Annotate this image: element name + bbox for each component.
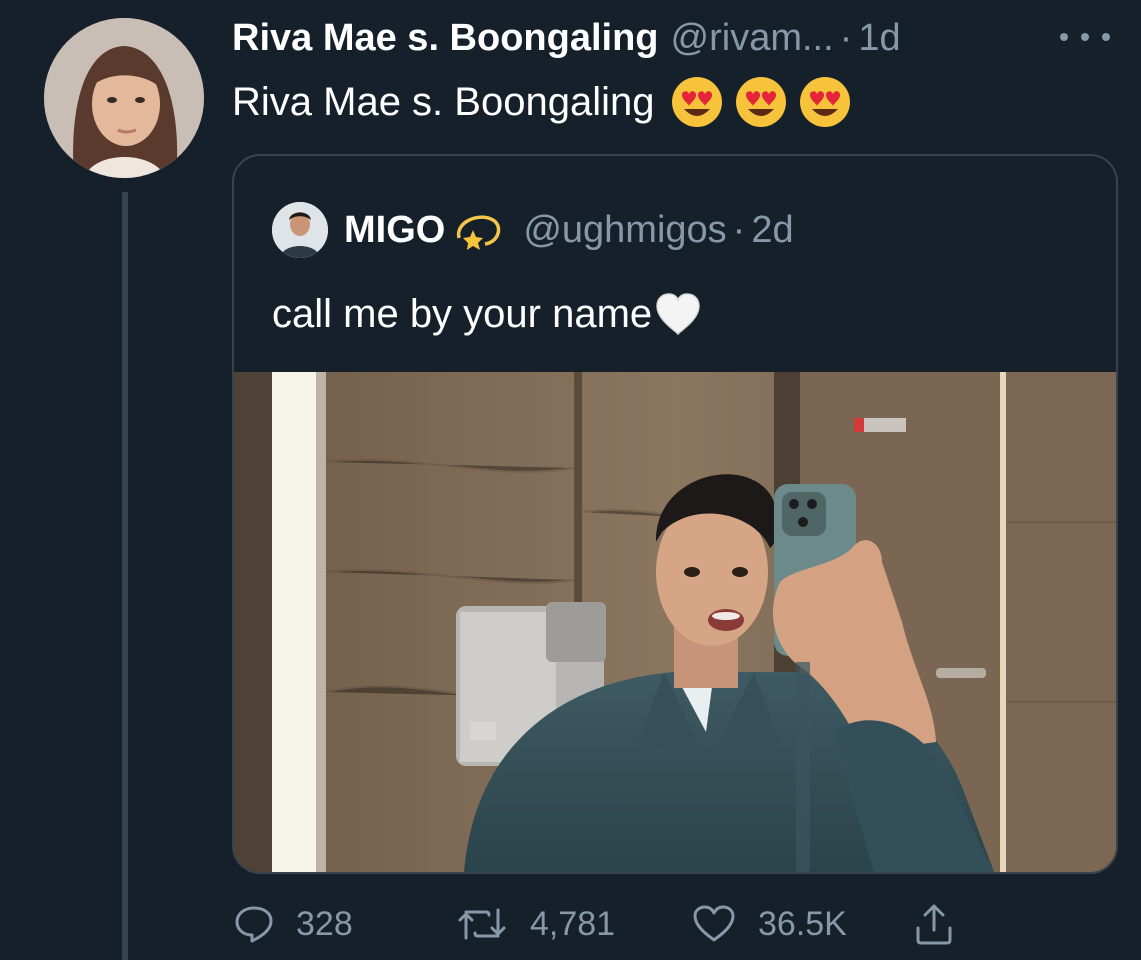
reply-button[interactable]: 328 [234,896,353,952]
quoted-tweet-text: call me by your name [272,292,653,336]
quoted-tweet-photo[interactable] [234,372,1116,872]
quoted-author-display-name[interactable]: MIGO [344,209,445,252]
emoji-row [670,75,862,129]
quoted-tweet-card[interactable]: MIGO @ughmigos · 2d call me by your name [232,154,1118,874]
more-options-icon[interactable] [1060,22,1110,52]
like-count: 36.5K [758,904,847,943]
quoted-author-avatar[interactable] [272,202,328,258]
author-handle[interactable]: @rivam... [671,14,834,62]
thread-line [122,192,128,960]
like-button[interactable]: 36.5K [692,896,847,952]
author-avatar[interactable] [44,18,204,178]
share-icon [916,904,952,945]
heart-eyes-emoji-icon [736,77,787,127]
retweet-button[interactable]: 4,781 [456,896,615,952]
share-button[interactable] [914,896,954,952]
tweet-actions: 328 4,781 36.5K [234,896,994,952]
quoted-tweet-body: call me by your name [272,284,702,344]
separator-dot: · [732,208,746,251]
quoted-tweet-header: MIGO @ughmigos · 2d [272,200,794,260]
heart-eyes-emoji-icon [672,77,723,127]
mirror-selfie-photo [234,372,1116,872]
retweet-icon [458,908,506,940]
more-dot [1081,33,1089,41]
author-display-name[interactable]: Riva Mae s. Boongaling [232,14,659,62]
reply-icon [235,906,273,943]
quoted-tweet-timestamp[interactable]: 2d [751,209,793,252]
separator-dot: · [839,17,853,59]
more-dot [1060,33,1068,41]
tweet-text: Riva Mae s. Boongaling [232,80,655,124]
retweet-count: 4,781 [530,904,616,943]
quoted-author-handle[interactable]: @ughmigos [523,209,726,252]
tweet-timestamp[interactable]: 1d [858,14,900,62]
white-heart-emoji-icon [656,293,700,336]
quoted-author-avatar-image [272,202,328,258]
reply-count: 328 [296,904,353,943]
heart-icon [693,905,735,942]
author-avatar-image [44,18,204,178]
tweet-header: Riva Mae s. Boongaling @rivam... · 1d [232,14,901,62]
tweet-body: Riva Mae s. Boongaling [232,74,862,130]
heart-eyes-emoji-icon [800,77,851,127]
more-dot [1102,33,1110,41]
dizzy-star-emoji-icon [457,215,501,250]
